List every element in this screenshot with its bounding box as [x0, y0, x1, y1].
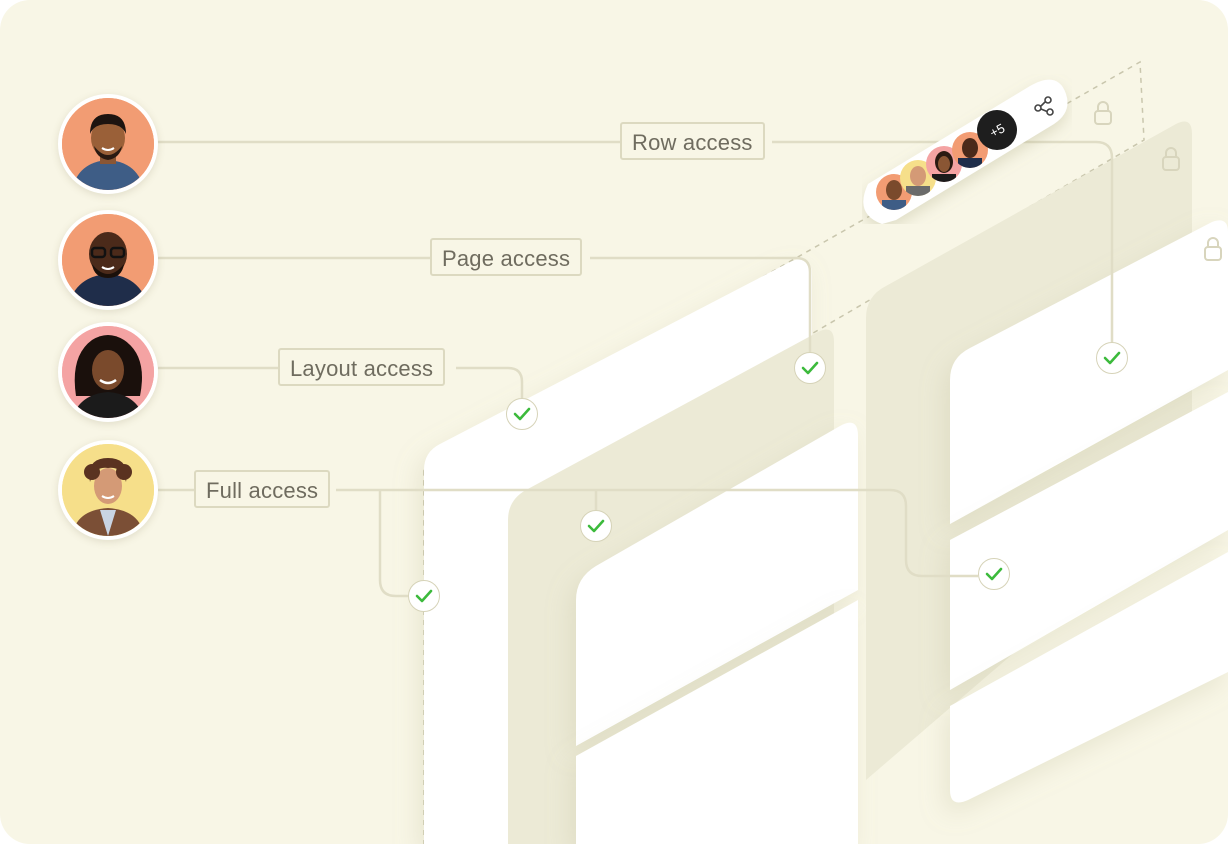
lock-icon — [1094, 100, 1112, 131]
avatar-full-access — [58, 440, 158, 540]
shared-users-pill[interactable]: +5 — [862, 74, 1072, 224]
page-access-label: Page access — [430, 238, 583, 276]
lock-icon — [1162, 146, 1180, 177]
avatar-page-access — [58, 210, 158, 310]
check-icon — [580, 510, 612, 542]
check-icon — [978, 558, 1010, 590]
check-icon — [1096, 342, 1128, 374]
check-icon — [408, 580, 440, 612]
check-icon — [506, 398, 538, 430]
row-access-label: Row access — [620, 122, 765, 160]
layout-access-label: Layout access — [278, 348, 446, 386]
access-permissions-illustration: Row access Page access Layout access Ful… — [0, 0, 1228, 844]
check-icon — [794, 352, 826, 384]
avatar-row-access — [58, 94, 158, 194]
full-access-label: Full access — [194, 470, 331, 508]
lock-icon — [1204, 236, 1222, 267]
avatar-layout-access — [58, 322, 158, 422]
